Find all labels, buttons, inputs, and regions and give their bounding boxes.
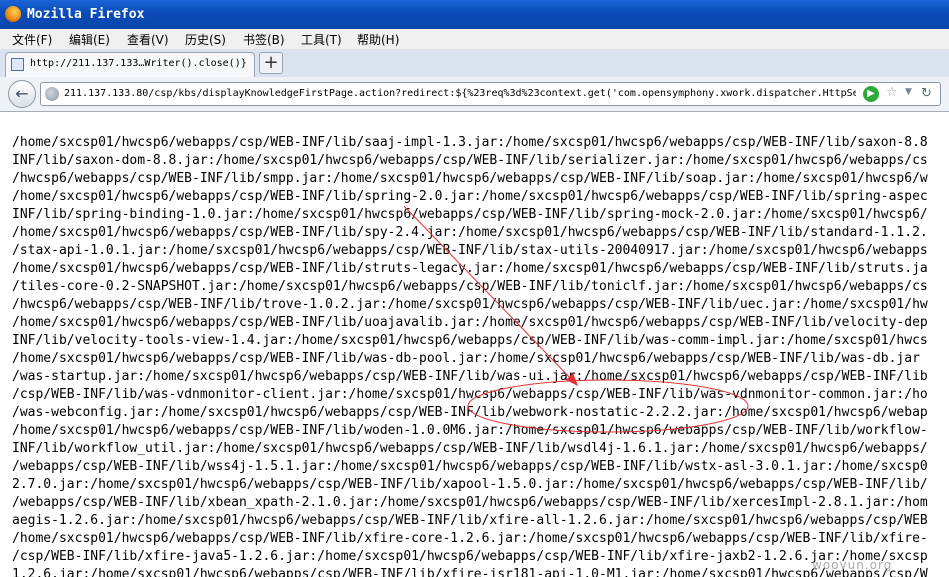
content-line: /home/sxcsp01/hwcsp6/webapps/csp/WEB-INF… <box>12 135 928 150</box>
menu-bookmarks[interactable]: 书签(B) <box>243 31 285 48</box>
menu-tools[interactable]: 工具(T) <box>301 31 342 48</box>
content-line: /hwcsp6/webapps/csp/WEB-INF/lib/trove-1.… <box>12 297 928 312</box>
firefox-logo-icon <box>5 6 21 22</box>
tab-title: http://211.137.133…Writer().close()} <box>30 58 247 69</box>
content-line: aegis-1.2.6.jar:/home/sxcsp01/hwcsp6/web… <box>12 513 928 528</box>
content-line: /was-startup.jar:/home/sxcsp01/hwcsp6/we… <box>12 369 928 384</box>
go-arrow-icon[interactable]: ▶ <box>863 86 879 102</box>
content-line: /home/sxcsp01/hwcsp6/webapps/csp/WEB-INF… <box>12 225 928 240</box>
window-titlebar: Mozilla Firefox <box>0 0 949 29</box>
content-line: INF/lib/velocity-tools-view-1.4.jar:/hom… <box>12 333 928 348</box>
window-title: Mozilla Firefox <box>27 7 145 22</box>
menu-help[interactable]: 帮助(H) <box>357 31 399 48</box>
menu-edit[interactable]: 编辑(E) <box>69 31 110 48</box>
content-line: /webapps/csp/WEB-INF/lib/xbean_xpath-2.1… <box>12 495 928 510</box>
arrow-left-icon: ← <box>15 84 29 103</box>
bookmark-star-icon[interactable]: ☆ <box>886 85 898 100</box>
watermark: wooyun.org <box>812 558 893 572</box>
content-line: /was-webconfig.jar:/home/sxcsp01/hwcsp6/… <box>12 405 928 420</box>
content-line: /tiles-core-0.2-SNAPSHOT.jar:/home/sxcsp… <box>12 279 928 294</box>
content-line: /csp/WEB-INF/lib/xfire-java5-1.2.6.jar:/… <box>12 549 928 564</box>
content-line: /home/sxcsp01/hwcsp6/webapps/csp/WEB-INF… <box>12 423 928 438</box>
content-line: /webapps/csp/WEB-INF/lib/wss4j-1.5.1.jar… <box>12 459 928 474</box>
url-dropdown-icon[interactable]: ▼ <box>905 87 912 97</box>
globe-icon <box>45 87 59 101</box>
content-line: INF/lib/spring-binding-1.0.jar:/home/sxc… <box>12 207 928 222</box>
new-tab-button[interactable]: + <box>259 52 283 74</box>
url-input[interactable]: 211.137.133.80/csp/kbs/displayKnowledgeF… <box>64 88 856 104</box>
tab-strip: http://211.137.133…Writer().close()} + <box>0 49 949 78</box>
content-line: /stax-api-1.0.1.jar:/home/sxcsp01/hwcsp6… <box>12 243 928 258</box>
content-line: 1.2.6.jar:/home/sxcsp01/hwcsp6/webapps/c… <box>12 567 928 577</box>
content-line: /home/sxcsp01/hwcsp6/webapps/csp/WEB-INF… <box>12 351 920 366</box>
menu-bar: 文件(F) 编辑(E) 查看(V) 历史(S) 书签(B) 工具(T) 帮助(H… <box>0 29 949 49</box>
content-line: /hwcsp6/webapps/csp/WEB-INF/lib/smpp.jar… <box>12 171 928 186</box>
content-line: 2.7.0.jar:/home/sxcsp01/hwcsp6/webapps/c… <box>12 477 928 492</box>
navigation-toolbar: ← 211.137.133.80/csp/kbs/displayKnowledg… <box>0 77 949 112</box>
menu-history[interactable]: 历史(S) <box>185 31 226 48</box>
reload-icon[interactable]: ↻ <box>921 86 932 101</box>
content-line: INF/lib/workflow_util.jar:/home/sxcsp01/… <box>12 441 928 456</box>
content-line: INF/lib/saxon-dom-8.8.jar:/home/sxcsp01/… <box>12 153 928 168</box>
content-line: /home/sxcsp01/hwcsp6/webapps/csp/WEB-INF… <box>12 531 928 546</box>
content-line: /home/sxcsp01/hwcsp6/webapps/csp/WEB-INF… <box>12 189 928 204</box>
content-line: /csp/WEB-INF/lib/was-vdnmonitor-client.j… <box>12 387 928 402</box>
tab-active[interactable]: http://211.137.133…Writer().close()} <box>5 52 255 77</box>
content-line: /home/sxcsp01/hwcsp6/webapps/csp/WEB-INF… <box>12 261 928 276</box>
page-content: /home/sxcsp01/hwcsp6/webapps/csp/WEB-INF… <box>0 134 949 577</box>
url-bar[interactable]: 211.137.133.80/csp/kbs/displayKnowledgeF… <box>40 82 941 106</box>
menu-file[interactable]: 文件(F) <box>12 31 52 48</box>
page-icon <box>11 58 24 71</box>
menu-view[interactable]: 查看(V) <box>127 31 169 48</box>
content-line: /home/sxcsp01/hwcsp6/webapps/csp/WEB-INF… <box>12 315 928 330</box>
back-button[interactable]: ← <box>8 80 36 108</box>
